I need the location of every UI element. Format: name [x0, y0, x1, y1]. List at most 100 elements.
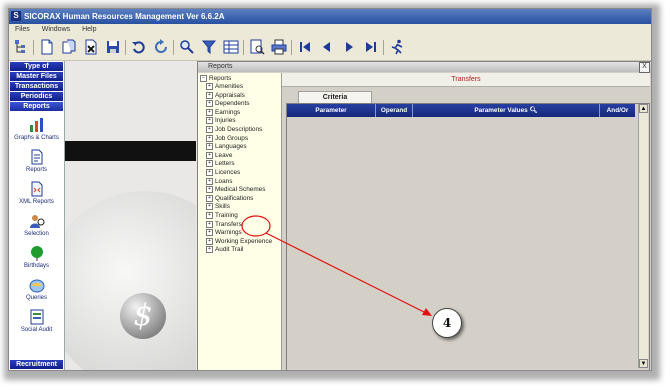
tree-item[interactable]: + Warnings	[206, 229, 242, 237]
menu-files[interactable]: Files	[15, 26, 30, 33]
tree-item[interactable]: + Training	[206, 212, 238, 220]
nav-transactions[interactable]: Transactions	[10, 82, 63, 91]
sidebar-item-xml-reports[interactable]: XML Reports	[9, 181, 64, 205]
tree-item[interactable]: + Audit Trail	[206, 246, 243, 254]
expand-icon[interactable]: +	[206, 220, 213, 228]
expand-icon[interactable]: +	[206, 151, 213, 159]
sidebar-item-graphs-charts[interactable]: Graphs & Charts	[9, 117, 64, 141]
menu-windows[interactable]: Windows	[42, 26, 70, 33]
scroll-down-icon[interactable]: ▼	[639, 359, 648, 368]
nav-reports[interactable]: Reports	[10, 102, 63, 111]
copy-document-icon[interactable]	[61, 39, 77, 55]
expand-icon[interactable]: +	[206, 91, 213, 99]
collapse-icon[interactable]: −	[200, 75, 207, 82]
tree-item[interactable]: + Licences	[206, 169, 240, 177]
toolbar-separator	[173, 40, 174, 55]
expand-icon[interactable]: +	[206, 160, 213, 168]
vertical-scrollbar[interactable]: ▲ ▼	[638, 104, 648, 368]
next-record-icon[interactable]	[341, 39, 357, 55]
last-record-icon[interactable]	[363, 39, 379, 55]
expand-icon[interactable]: +	[206, 194, 213, 202]
background-swirl	[65, 191, 196, 370]
tree-item[interactable]: + Medical Schemes	[206, 186, 265, 194]
sidebar-item-social-audit[interactable]: Social Audit	[9, 309, 64, 333]
expand-icon[interactable]: +	[206, 169, 213, 176]
tree-item[interactable]: + Loans	[206, 177, 232, 186]
refresh-icon[interactable]	[153, 39, 169, 55]
menu-bar: Files Windows Help	[9, 24, 651, 36]
menu-help[interactable]: Help	[82, 26, 96, 33]
sidebar-item-label: Queries	[25, 295, 47, 301]
column-parameter[interactable]: Parameter	[287, 104, 376, 117]
column-parameter-values[interactable]: Parameter Values 🔍︎	[413, 104, 600, 117]
undo-icon[interactable]	[131, 39, 147, 55]
search-icon[interactable]: 🔍︎	[529, 107, 537, 114]
tree-item-label: Qualifications	[215, 194, 254, 202]
expand-icon[interactable]: +	[206, 117, 213, 125]
callout-badge: 4	[432, 308, 462, 338]
tree-item[interactable]: + Amenities	[206, 83, 243, 91]
nav-periodics[interactable]: Periodics	[10, 92, 63, 101]
run-icon[interactable]	[389, 39, 405, 55]
sidebar: Type of Master Files Transactions Period…	[9, 61, 65, 370]
tree-item[interactable]: + Job Groups	[206, 134, 248, 143]
expand-icon[interactable]: +	[206, 108, 213, 116]
nav-master-files[interactable]: Master Files	[10, 72, 63, 81]
previous-record-icon[interactable]	[319, 39, 335, 55]
tree-item[interactable]: + Skills	[206, 203, 230, 211]
tree-item[interactable]: + Injuries	[206, 117, 236, 125]
grid-icon[interactable]	[223, 39, 239, 55]
print-icon[interactable]	[271, 39, 287, 55]
expand-icon[interactable]: +	[206, 83, 213, 90]
expand-icon[interactable]: +	[206, 203, 213, 211]
expand-icon[interactable]: +	[206, 126, 213, 133]
tree-item-label: Earnings	[215, 108, 241, 116]
new-document-icon[interactable]	[39, 39, 55, 55]
tree-item[interactable]: + Letters	[206, 160, 235, 168]
first-record-icon[interactable]	[297, 39, 313, 55]
scroll-up-icon[interactable]: ▲	[639, 104, 648, 113]
sidebar-item-reports[interactable]: Reports	[9, 149, 64, 173]
window-title: SICORAX Human Resources Management Ver 6…	[24, 12, 225, 21]
expand-icon[interactable]: +	[206, 229, 213, 237]
tree-item[interactable]: + Working Experience	[206, 237, 272, 246]
reports-icon	[31, 149, 42, 165]
sidebar-item-queries[interactable]: Queries	[9, 277, 64, 301]
expand-icon[interactable]: +	[206, 246, 213, 254]
nav-type-of[interactable]: Type of	[10, 62, 63, 71]
sidebar-item-selection[interactable]: Selection	[9, 213, 64, 237]
tree-root[interactable]: − Reports	[200, 75, 231, 83]
tree-item[interactable]: + Transfers	[206, 220, 242, 229]
sidebar-item-birthdays[interactable]: Birthdays	[9, 245, 64, 269]
tree-icon[interactable]	[13, 39, 29, 55]
tree-item[interactable]: + Appraisals	[206, 91, 245, 100]
filter-icon[interactable]	[201, 39, 217, 55]
tree-item[interactable]: + Qualifications	[206, 194, 254, 203]
expand-icon[interactable]: +	[206, 100, 213, 108]
sidebar-item-label: Selection	[24, 231, 49, 237]
sidebar-item-label: Social Audit	[20, 327, 53, 333]
tree-item[interactable]: + Leave	[206, 151, 232, 160]
zoom-icon[interactable]	[179, 39, 195, 55]
expand-icon[interactable]: +	[206, 237, 213, 245]
tree-item-label: Medical Schemes	[215, 186, 266, 194]
column-and-or[interactable]: And/Or	[600, 104, 635, 117]
tree-item[interactable]: + Earnings	[206, 108, 241, 117]
close-icon[interactable]: X	[639, 62, 650, 73]
nav-recruitment[interactable]: Recruitment	[10, 360, 63, 369]
expand-icon[interactable]: +	[206, 143, 213, 151]
expand-icon[interactable]: +	[206, 134, 213, 142]
sidebar-item-label: Graphs & Charts	[14, 135, 59, 141]
expand-icon[interactable]: +	[206, 177, 213, 185]
criteria-grid[interactable]: Parameter Operand Parameter Values 🔍︎ An…	[286, 103, 650, 370]
save-icon[interactable]	[105, 39, 121, 55]
tree-item[interactable]: + Dependents	[206, 100, 249, 108]
tree-item[interactable]: + Languages	[206, 143, 247, 151]
expand-icon[interactable]: +	[206, 212, 213, 219]
expand-icon[interactable]: +	[206, 186, 213, 194]
tree-item-label: Training	[215, 212, 238, 220]
preview-icon[interactable]	[249, 39, 265, 55]
tree-item[interactable]: + Job Descriptions	[206, 126, 262, 134]
delete-icon[interactable]	[83, 39, 99, 55]
column-operand[interactable]: Operand	[376, 104, 413, 117]
